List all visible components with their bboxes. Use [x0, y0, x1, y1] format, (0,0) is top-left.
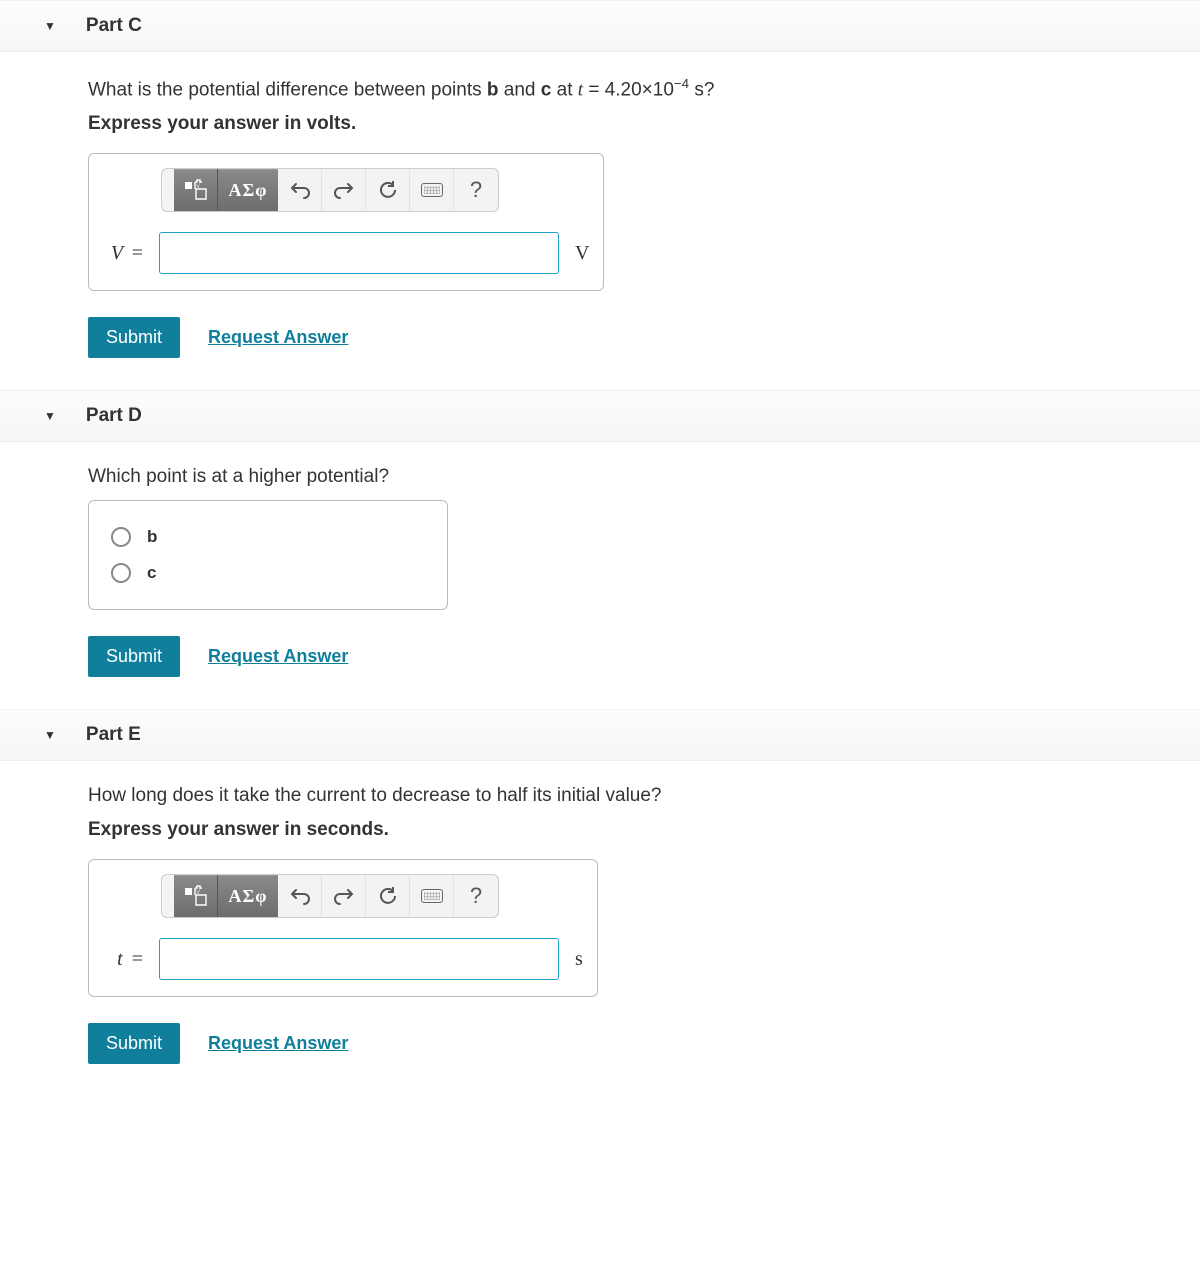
undo-icon[interactable] [278, 875, 322, 917]
part-e-header[interactable]: ▼ Part E [0, 709, 1200, 761]
help-icon[interactable]: ? [454, 875, 498, 917]
radio-icon [111, 527, 131, 547]
request-answer-link[interactable]: Request Answer [208, 646, 348, 667]
part-d-question: Which point is at a higher potential? [88, 466, 1180, 488]
keyboard-icon[interactable] [410, 875, 454, 917]
templates-icon[interactable]: √ [174, 169, 218, 211]
part-e-title: Part E [86, 724, 141, 746]
part-c-title: Part C [86, 15, 142, 37]
submit-button[interactable]: Submit [88, 317, 180, 358]
part-c-answer-box: √ ΑΣφ ? [88, 153, 604, 291]
part-e: ▼ Part E How long does it take the curre… [0, 709, 1200, 1088]
part-e-answer-box: √ ΑΣφ ? [88, 859, 598, 997]
part-c-answer-input[interactable] [159, 232, 559, 274]
submit-button[interactable]: Submit [88, 1023, 180, 1064]
redo-icon[interactable] [322, 169, 366, 211]
option-label: c [147, 563, 156, 583]
part-e-unit: s [575, 948, 583, 971]
templates-icon[interactable]: √ [174, 875, 218, 917]
part-d: ▼ Part D Which point is at a higher pote… [0, 390, 1200, 701]
part-c-header[interactable]: ▼ Part C [0, 0, 1200, 52]
part-c-unit: V [575, 242, 589, 265]
part-c: ▼ Part C What is the potential differenc… [0, 0, 1200, 382]
part-e-question: How long does it take the current to dec… [88, 785, 1180, 807]
radio-icon [111, 563, 131, 583]
option-label: b [147, 527, 157, 547]
request-answer-link[interactable]: Request Answer [208, 1033, 348, 1054]
svg-text:√: √ [196, 181, 201, 190]
help-icon[interactable]: ? [454, 169, 498, 211]
part-e-instruction: Express your answer in seconds. [88, 819, 1180, 841]
svg-text:√: √ [196, 887, 201, 896]
part-d-options: b c [88, 500, 448, 610]
option-c[interactable]: c [111, 555, 425, 591]
submit-button[interactable]: Submit [88, 636, 180, 677]
part-c-var-label: V = [103, 242, 143, 265]
caret-down-icon: ▼ [44, 409, 56, 423]
part-d-header[interactable]: ▼ Part D [0, 390, 1200, 442]
equation-toolbar: √ ΑΣφ ? [161, 874, 499, 918]
reset-icon[interactable] [366, 875, 410, 917]
part-c-instruction: Express your answer in volts. [88, 113, 1180, 135]
caret-down-icon: ▼ [44, 728, 56, 742]
equation-toolbar: √ ΑΣφ ? [161, 168, 499, 212]
option-b[interactable]: b [111, 519, 425, 555]
caret-down-icon: ▼ [44, 19, 56, 33]
part-c-question: What is the potential difference between… [88, 76, 1180, 101]
greek-symbols-button[interactable]: ΑΣφ [218, 875, 278, 917]
undo-icon[interactable] [278, 169, 322, 211]
request-answer-link[interactable]: Request Answer [208, 327, 348, 348]
keyboard-icon[interactable] [410, 169, 454, 211]
part-d-title: Part D [86, 405, 142, 427]
part-e-answer-input[interactable] [159, 938, 559, 980]
part-e-var-label: t = [103, 948, 143, 971]
greek-symbols-button[interactable]: ΑΣφ [218, 169, 278, 211]
reset-icon[interactable] [366, 169, 410, 211]
redo-icon[interactable] [322, 875, 366, 917]
